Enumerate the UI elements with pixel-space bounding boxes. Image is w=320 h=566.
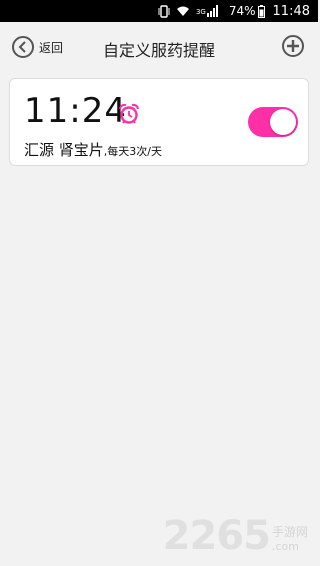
network-type: 3G bbox=[195, 8, 206, 16]
toggle-knob bbox=[270, 109, 296, 135]
plus-icon bbox=[287, 37, 299, 56]
reminder-toggle[interactable] bbox=[248, 107, 298, 137]
alarm-clock-icon bbox=[118, 103, 140, 129]
reminder-card[interactable]: 11:24 汇源 肾宝片 ,每天3次/天 bbox=[9, 78, 309, 166]
page-title: 自定义服药提醒 bbox=[102, 41, 215, 60]
signal-icon bbox=[206, 5, 219, 17]
watermark-number: 2265 bbox=[162, 513, 271, 559]
battery-percent: 74% bbox=[228, 4, 256, 18]
watermark: 2265 手游网 .com bbox=[163, 516, 308, 556]
medicine-name: 汇源 肾宝片 bbox=[24, 141, 104, 159]
status-time: 11:48 bbox=[272, 3, 310, 19]
reminder-description: 汇源 肾宝片 ,每天3次/天 bbox=[24, 139, 162, 160]
add-reminder-button[interactable] bbox=[282, 35, 304, 57]
wifi-icon bbox=[176, 6, 190, 17]
vibrate-icon bbox=[158, 4, 170, 18]
reminder-time: 11:24 bbox=[24, 91, 127, 131]
app-header: 返回 自定义服药提醒 bbox=[0, 22, 318, 70]
medicine-frequency: ,每天3次/天 bbox=[103, 145, 162, 158]
watermark-domain: .com bbox=[271, 540, 299, 553]
status-bar: 3G 74% 11:48 bbox=[0, 0, 318, 22]
battery-icon bbox=[257, 4, 265, 18]
watermark-chinese: 手游网 bbox=[271, 525, 308, 539]
